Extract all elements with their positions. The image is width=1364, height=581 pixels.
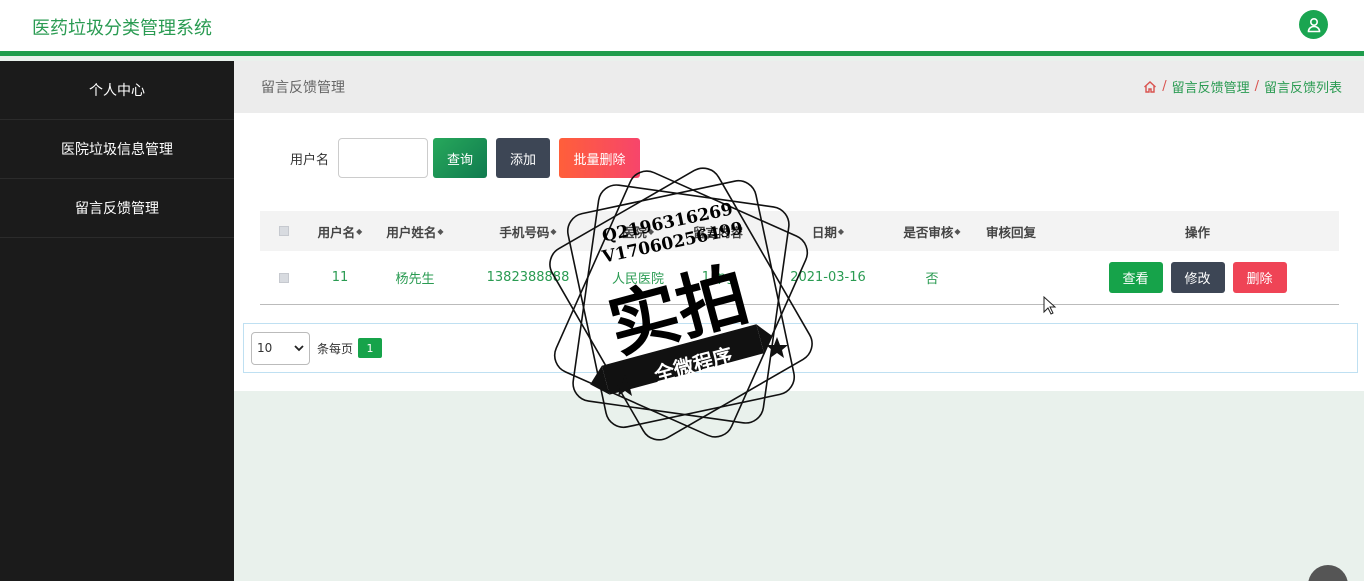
sort-icon: ◆	[437, 226, 444, 236]
page-title: 留言反馈管理	[261, 80, 345, 96]
user-avatar-icon[interactable]	[1299, 10, 1328, 39]
search-bar: 用户名 查询 添加 批量删除	[290, 138, 641, 178]
sidebar-item-feedback[interactable]: 留言反馈管理	[0, 179, 234, 238]
search-label: 用户名	[290, 152, 330, 168]
table-header: 用户名 ◆ 用户姓名 ◆ 手机号码 ◆ 医院 ◆ 留言内容 日期 ◆ 是否审核 ◆ 审核回复…	[260, 211, 1339, 251]
mouse-cursor-icon	[1043, 295, 1057, 320]
cell-date: 2021-03-16	[790, 270, 866, 285]
app-title: 医药垃圾分类管理系统	[32, 18, 212, 39]
delete-button[interactable]: 删除	[1232, 262, 1287, 293]
pagination: 10 条每页 1	[243, 323, 1358, 373]
sort-icon: ◆	[356, 226, 363, 236]
sidebar-item-hospital-waste[interactable]: 医院垃圾信息管理	[0, 120, 234, 179]
col-actions: 操作	[1184, 224, 1210, 240]
cell-username: 11	[331, 270, 349, 285]
col-reply: 审核回复	[985, 224, 1036, 240]
breadcrumb-bar: 留言反馈管理 / 留言反馈管理 / 留言反馈列表	[234, 61, 1364, 113]
feedback-table: 用户名 ◆ 用户姓名 ◆ 手机号码 ◆ 医院 ◆ 留言内容 日期 ◆ 是否审核 ◆ 审核回复…	[260, 211, 1339, 305]
cell-content: 1.jpg	[701, 270, 735, 285]
col-hospital[interactable]: 医院 ◆	[598, 222, 678, 241]
col-audited[interactable]: 是否审核 ◆	[898, 222, 966, 241]
cell-audited: 否	[925, 272, 939, 287]
table-row: 11 杨先生 1382388888 人民医院 1.jpg 2021-03-16 …	[260, 251, 1339, 305]
select-all-checkbox[interactable]	[260, 226, 308, 236]
sort-icon: ◆	[647, 226, 655, 236]
chevron-down-icon	[294, 341, 304, 355]
page-number-button[interactable]: 1	[358, 338, 383, 358]
cell-phone: 1382388888	[486, 270, 570, 285]
batch-delete-button[interactable]: 批量删除	[559, 138, 641, 178]
sort-icon: ◆	[837, 226, 845, 236]
edit-button[interactable]: 修改	[1170, 262, 1225, 293]
col-phone[interactable]: 手机号码 ◆	[458, 222, 598, 241]
col-date[interactable]: 日期 ◆	[758, 222, 898, 241]
add-button[interactable]: 添加	[496, 138, 551, 178]
sort-icon: ◆	[954, 226, 961, 236]
col-content: 留言内容	[692, 224, 743, 240]
cell-actions: 查看 修改 删除	[1056, 262, 1339, 293]
per-page-label: 条每页	[317, 341, 354, 356]
username-search-input[interactable]	[338, 138, 429, 178]
sidebar: 个人中心 医院垃圾信息管理 留言反馈管理	[0, 61, 234, 581]
query-button[interactable]: 查询	[433, 138, 488, 178]
top-header: 医药垃圾分类管理系统	[0, 0, 1364, 56]
breadcrumb-link-feedback[interactable]: 留言反馈管理	[1172, 77, 1250, 96]
cell-name: 杨先生	[395, 272, 435, 287]
sidebar-item-personal-center[interactable]: 个人中心	[0, 61, 234, 120]
cell-hospital: 人民医院	[611, 272, 664, 287]
col-name[interactable]: 用户姓名 ◆	[372, 222, 458, 241]
sort-icon: ◆	[550, 226, 557, 236]
col-username[interactable]: 用户名 ◆	[308, 222, 372, 241]
home-icon[interactable]	[1143, 80, 1157, 94]
breadcrumb: / 留言反馈管理 / 留言反馈列表	[1143, 77, 1342, 96]
view-button[interactable]: 查看	[1108, 262, 1163, 293]
main-area: 留言反馈管理 / 留言反馈管理 / 留言反馈列表 用户名 查询 添加 批量删除 …	[234, 61, 1364, 581]
row-checkbox[interactable]	[260, 272, 308, 283]
breadcrumb-current: 留言反馈列表	[1263, 81, 1342, 96]
page-size-select[interactable]: 10	[251, 331, 310, 365]
